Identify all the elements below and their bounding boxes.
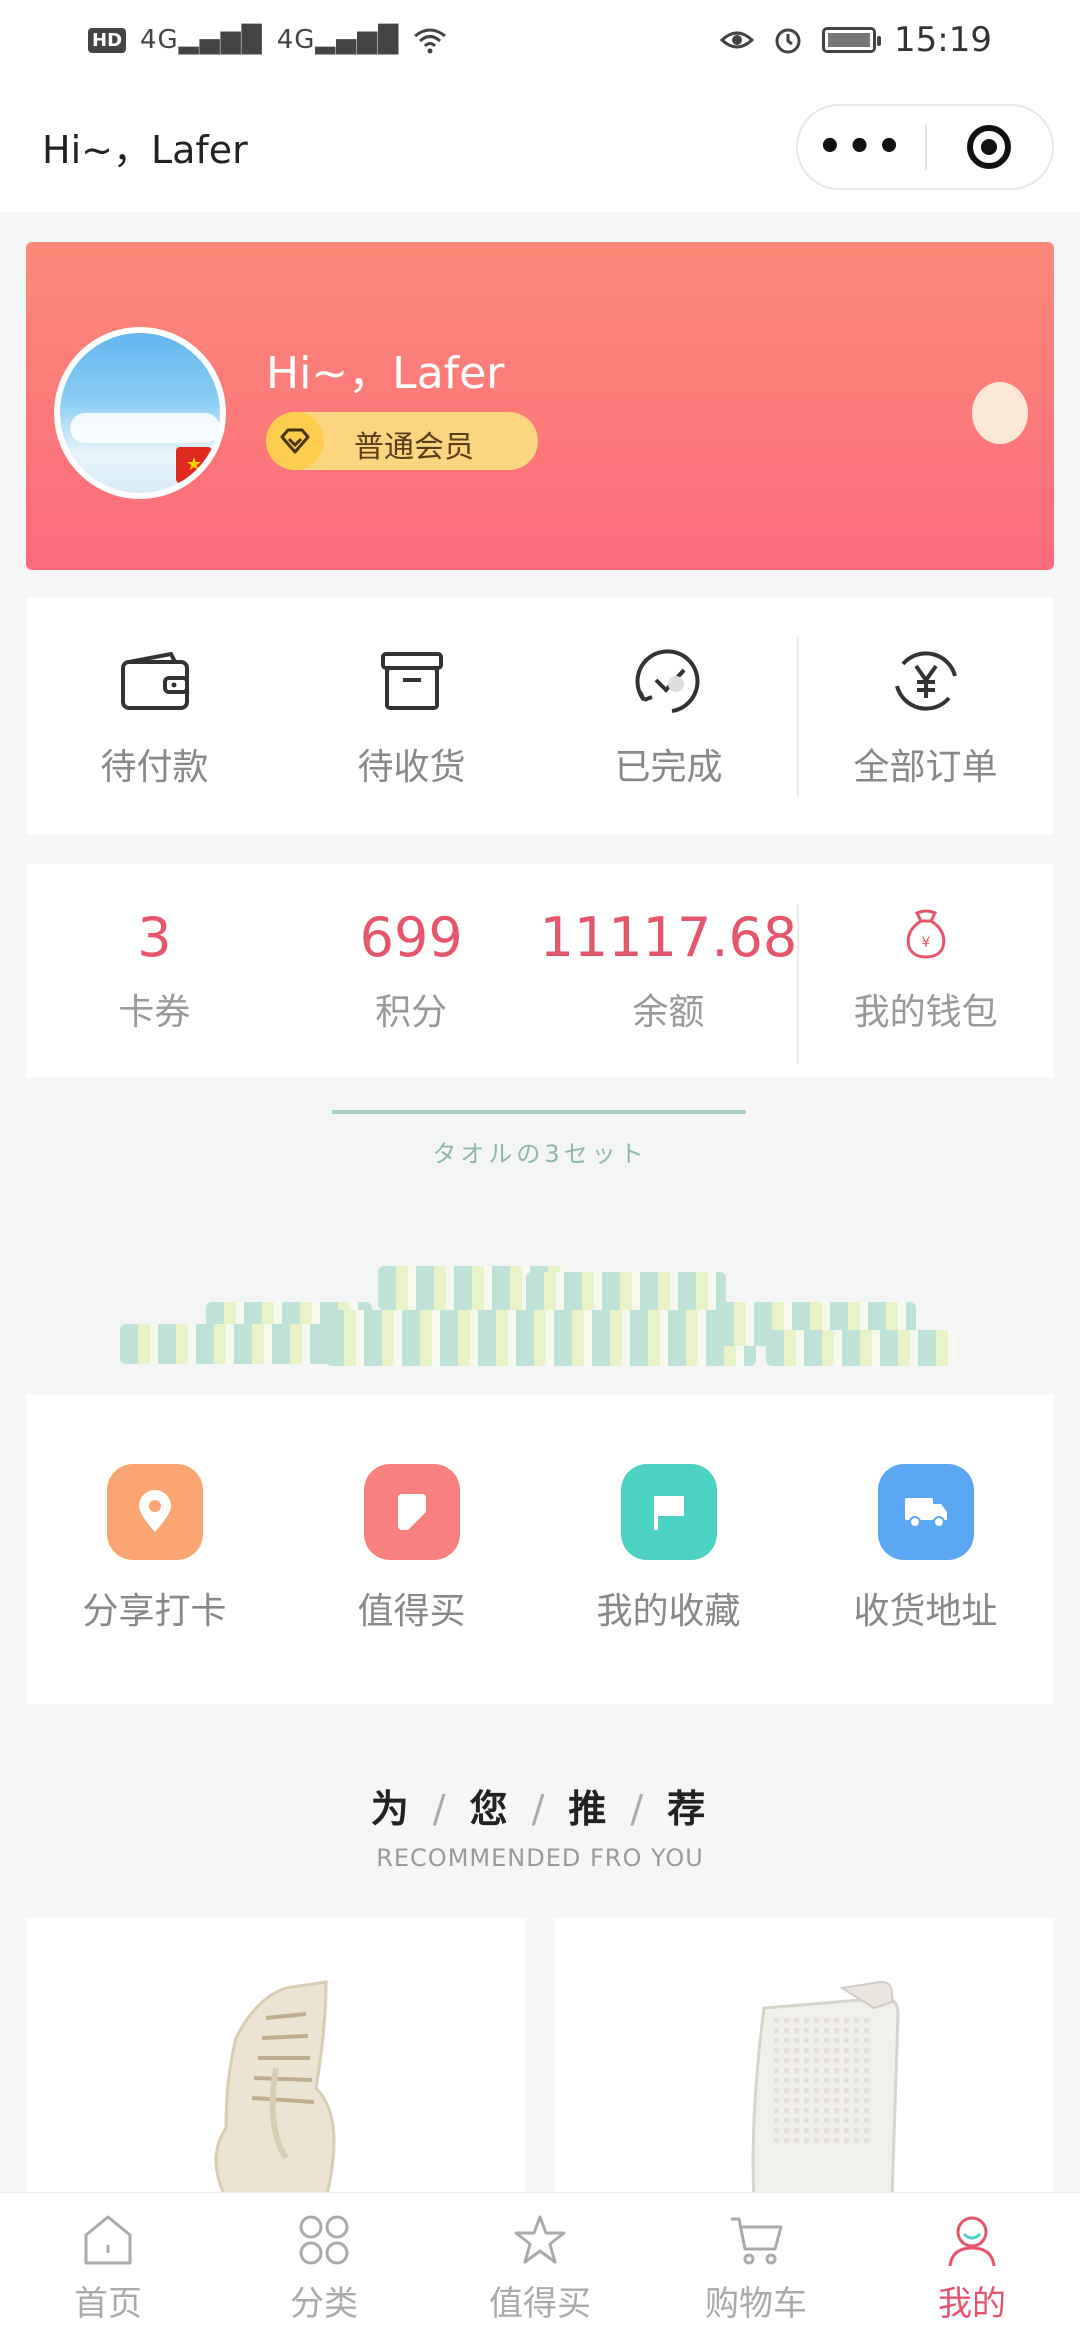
location-pin-icon: [106, 1464, 203, 1560]
tool-shipping-address[interactable]: 收货地址: [797, 1394, 1054, 1704]
profile-toggle-button[interactable]: [972, 382, 1028, 444]
tool-label: 分享打卡: [82, 1591, 227, 1632]
signal-sim1: 4G▂▄▆█: [140, 25, 263, 55]
orders-card: 待付款 待收货 已完成 全部订单: [26, 597, 1054, 835]
yen-circle-icon: [889, 642, 963, 720]
home-icon: [78, 2210, 138, 2270]
orders-label: 待收货: [357, 747, 466, 788]
alarm-icon: [775, 28, 801, 54]
battery-icon: [822, 27, 882, 53]
svg-text:¥: ¥: [921, 935, 930, 951]
status-time: 15:19: [894, 20, 992, 60]
profile-card: ★ Hi~，Lafer 普通会员: [26, 242, 1054, 570]
diamond-icon: [266, 412, 324, 470]
tool-label: 收货地址: [853, 1591, 998, 1632]
wallet-coupons[interactable]: 3 卡券: [26, 864, 283, 1078]
product-card[interactable]: [26, 1918, 526, 2218]
balance-value: 11117.68: [539, 906, 798, 969]
wifi-icon: [414, 28, 447, 54]
orders-label: 已完成: [614, 747, 723, 788]
page-title: Hi~，Lafer: [42, 127, 248, 172]
more-dots-icon[interactable]: •••: [798, 124, 925, 170]
tab-label: 首页: [74, 2283, 142, 2324]
truck-icon: [877, 1464, 974, 1560]
wallet-label: 积分: [375, 992, 448, 1033]
user-icon: [942, 2210, 1002, 2270]
tab-label: 购物车: [705, 2283, 807, 2324]
tool-label: 值得买: [357, 1591, 466, 1632]
tab-category[interactable]: 分类: [216, 2193, 432, 2341]
points-value: 699: [359, 906, 463, 969]
orders-label: 待付款: [100, 747, 209, 788]
product-image: [751, 1980, 900, 2200]
orders-all[interactable]: 全部订单: [797, 597, 1054, 835]
tab-label: 值得买: [489, 2283, 591, 2324]
tab-cart[interactable]: 购物车: [648, 2193, 864, 2341]
tool-my-favorites[interactable]: 我的收藏: [540, 1394, 797, 1704]
vertical-divider: [797, 637, 799, 797]
tab-label: 我的: [938, 2283, 1006, 2324]
vertical-divider: [797, 904, 800, 1064]
status-right: 15:19: [720, 20, 992, 60]
tab-worth-buying[interactable]: 值得买: [432, 2193, 648, 2341]
orders-pending-receipt[interactable]: 待收货: [283, 597, 540, 835]
eye-icon: [720, 31, 755, 49]
recommend-subtitle: RECOMMENDED FRO YOU: [376, 1844, 704, 1872]
hd-badge: HD: [88, 27, 127, 53]
flag-icon: ★: [176, 447, 212, 483]
cart-icon: [726, 2210, 786, 2270]
wallet-label: 我的钱包: [853, 992, 998, 1033]
wallet-points[interactable]: 699 积分: [283, 864, 540, 1078]
flag-icon: [620, 1464, 717, 1560]
banner-line: [332, 1110, 746, 1114]
close-miniprogram-button[interactable]: [927, 125, 1052, 169]
wallet-balance[interactable]: 11117.68 余额: [540, 864, 798, 1078]
target-icon: [967, 125, 1012, 169]
status-left: HD 4G▂▄▆█ 4G▂▄▆█: [88, 25, 447, 55]
towel-image: [120, 1324, 350, 1364]
tool-share-checkin[interactable]: 分享打卡: [26, 1394, 283, 1704]
coupon-count: 3: [137, 906, 172, 969]
wallet-label: 卡券: [118, 992, 191, 1033]
product-card[interactable]: [554, 1918, 1054, 2218]
category-icon: [294, 2210, 354, 2270]
tab-mine[interactable]: 我的: [864, 2193, 1080, 2341]
orders-pending-payment[interactable]: 待付款: [26, 597, 283, 835]
orders-label: 全部订单: [853, 747, 998, 788]
member-level: 普通会员: [354, 430, 474, 465]
tool-worth-buying[interactable]: 值得买: [283, 1394, 540, 1704]
tab-home[interactable]: 首页: [0, 2193, 216, 2341]
member-badge[interactable]: 普通会员: [266, 412, 538, 470]
towel-image: [326, 1310, 756, 1366]
tool-label: 我的收藏: [596, 1591, 741, 1632]
wallet-my-wallet[interactable]: ¥ 我的钱包: [797, 864, 1054, 1078]
orders-completed[interactable]: 已完成: [540, 597, 797, 835]
miniprogram-capsule: •••: [796, 104, 1054, 190]
tab-bar: 首页 分类 值得买 购物车 我的: [0, 2192, 1080, 2341]
money-bag-icon: ¥: [903, 907, 949, 969]
tab-label: 分类: [290, 2283, 358, 2324]
wallet-label: 余额: [632, 992, 705, 1033]
status-bar: HD 4G▂▄▆█ 4G▂▄▆█ 15:19: [0, 0, 1080, 80]
promo-banner[interactable]: タオルの3セット: [26, 1104, 1054, 1366]
star-icon: [510, 2210, 570, 2270]
banner-caption: タオルの3セット: [432, 1140, 648, 1168]
recommend-title: 为 / 您 / 推 / 荐: [370, 1787, 710, 1831]
wallet-card: 3 卡券 699 积分 11117.68 余额 ¥ 我的钱包: [26, 864, 1054, 1078]
profile-greeting: Hi~，Lafer: [266, 348, 505, 399]
check-circle-icon: [632, 642, 706, 720]
bookmark-icon: [363, 1464, 460, 1560]
box-icon: [379, 642, 445, 720]
nav-bar: Hi~，Lafer •••: [0, 80, 1080, 212]
tools-card: 分享打卡 值得买 我的收藏 收货地址: [26, 1394, 1054, 1704]
wallet-icon: [119, 642, 191, 720]
product-image: [214, 1980, 336, 2200]
towel-image: [766, 1330, 956, 1366]
signal-sim2: 4G▂▄▆█: [276, 25, 400, 55]
avatar[interactable]: ★: [54, 327, 226, 499]
